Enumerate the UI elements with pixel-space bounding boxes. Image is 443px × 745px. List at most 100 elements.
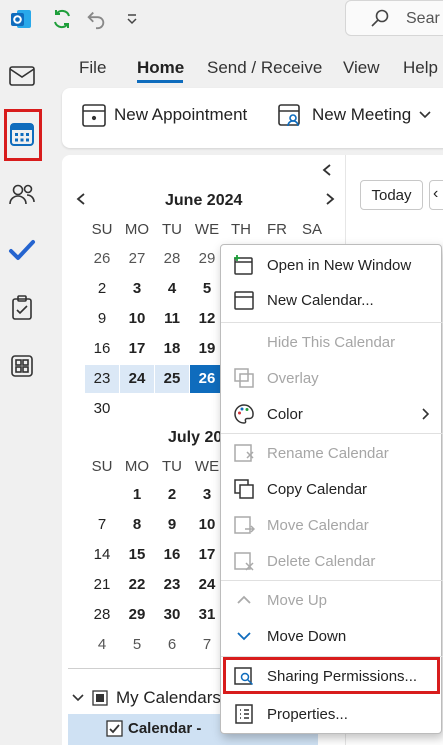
undo-icon[interactable] (83, 6, 109, 32)
tasks-icon[interactable] (6, 292, 38, 324)
collapse-pane-icon[interactable] (321, 163, 333, 182)
calendar-day[interactable]: 9 (155, 511, 189, 539)
calendar-day[interactable]: 17 (120, 335, 154, 363)
calendar-day[interactable]: 26 (85, 245, 119, 273)
context-menu-item: Move Up (221, 583, 443, 617)
calendar-day[interactable]: 29 (190, 245, 224, 273)
calendar-day[interactable]: 10 (120, 305, 154, 333)
calendar-day[interactable]: 17 (190, 541, 224, 569)
calendar-day[interactable]: 4 (85, 631, 119, 659)
calendar-checkbox[interactable] (106, 720, 123, 742)
calendar-day[interactable]: 2 (155, 481, 189, 509)
next-month-icon[interactable] (324, 192, 336, 211)
context-menu-item[interactable]: Color (221, 397, 443, 431)
calendar-day[interactable]: 7 (85, 511, 119, 539)
calendar-day[interactable]: 25 (155, 365, 189, 393)
calendar-day[interactable]: 9 (85, 305, 119, 333)
calendar-day[interactable]: 19 (190, 335, 224, 363)
calendar-day[interactable]: 3 (190, 481, 224, 509)
previous-period-button[interactable]: ‹ (429, 180, 443, 210)
calendar-day[interactable]: 6 (155, 631, 189, 659)
todo-icon[interactable] (6, 234, 38, 266)
calendar-day[interactable]: 28 (155, 245, 189, 273)
weekday-label: MO (124, 458, 150, 475)
context-menu-item-label: Rename Calendar (267, 445, 389, 462)
delete-calendar-icon (233, 550, 257, 574)
tab-file[interactable]: File (79, 58, 106, 78)
calendar-day[interactable]: 2 (85, 275, 119, 303)
calendar-day[interactable]: 12 (190, 305, 224, 333)
calendar-day[interactable]: 23 (155, 571, 189, 599)
search-box[interactable]: Sear (345, 0, 443, 36)
context-menu-item-label: Delete Calendar (267, 553, 376, 570)
calendar-day[interactable]: 16 (155, 541, 189, 569)
context-menu-item-label: Overlay (267, 370, 319, 387)
calendar-day[interactable]: 8 (120, 511, 154, 539)
tab-send-receive[interactable]: Send / Receive (207, 58, 322, 78)
people-icon[interactable] (6, 178, 38, 210)
calendar-icon[interactable] (6, 118, 38, 150)
calendar-day[interactable]: 22 (120, 571, 154, 599)
context-menu-item: Delete Calendar (221, 544, 443, 578)
weekday-label: SU (91, 221, 113, 238)
calendar-day[interactable]: 3 (120, 275, 154, 303)
calendar-day[interactable]: 4 (155, 275, 189, 303)
new-meeting-button[interactable]: New Meeting (278, 102, 431, 128)
group-checkbox-icon[interactable] (92, 690, 108, 706)
calendar-day[interactable]: 5 (120, 631, 154, 659)
calendar-day[interactable]: 24 (120, 365, 154, 393)
calendar-day[interactable]: 16 (85, 335, 119, 363)
my-calendars-group[interactable]: My Calendars (72, 688, 221, 708)
mail-icon[interactable] (6, 60, 38, 92)
new-window-icon (233, 254, 257, 278)
new-meeting-label: New Meeting (312, 105, 412, 124)
new-appointment-button[interactable]: New Appointment (82, 102, 247, 128)
context-menu-item: Move Calendar (221, 508, 443, 542)
calendar-day[interactable]: 23 (85, 365, 119, 393)
copy-calendar-icon (233, 478, 257, 502)
sharing-permissions-highlight-box (223, 657, 440, 694)
calendar-day[interactable]: 27 (120, 245, 154, 273)
calendar-day[interactable]: 30 (85, 395, 119, 423)
customize-icon[interactable] (119, 6, 145, 32)
context-menu-item[interactable]: Move Down (221, 619, 443, 653)
calendar-day[interactable]: 7 (190, 631, 224, 659)
apps-icon[interactable] (6, 350, 38, 382)
appointment-icon (82, 104, 106, 127)
calendar-day[interactable]: 18 (155, 335, 189, 363)
calendar-day[interactable]: 10 (190, 511, 224, 539)
context-menu-item-label: Move Up (267, 592, 328, 609)
tab-help[interactable]: Help (403, 58, 438, 78)
calendar-day[interactable]: 15 (120, 541, 154, 569)
calendar-day[interactable]: 11 (155, 305, 189, 333)
context-menu-item[interactable]: Properties... (221, 697, 443, 731)
context-menu-item[interactable]: Open in New Window (221, 248, 443, 282)
context-menu-item[interactable]: New Calendar... (221, 283, 443, 317)
calendar-day[interactable]: 21 (85, 571, 119, 599)
context-menu-item[interactable]: Copy Calendar (221, 472, 443, 506)
prev-month-icon[interactable] (75, 192, 87, 211)
my-calendars-label: My Calendars (116, 688, 221, 707)
context-menu-separator (221, 580, 443, 581)
calendar-day[interactable]: 29 (120, 601, 154, 629)
context-menu-item-label: Hide This Calendar (267, 334, 396, 351)
calendar-day[interactable]: 31 (190, 601, 224, 629)
calendar-day[interactable]: 26 (190, 365, 224, 393)
calendar-day[interactable]: 1 (120, 481, 154, 509)
tab-home[interactable]: Home (137, 58, 184, 78)
weekday-label: SU (91, 458, 113, 475)
tab-view[interactable]: View (343, 58, 380, 78)
calendar-day[interactable]: 24 (190, 571, 224, 599)
sync-icon[interactable] (49, 6, 75, 32)
calendar-day[interactable]: 5 (190, 275, 224, 303)
calendar-day[interactable]: 14 (85, 541, 119, 569)
chevron-up-icon (233, 589, 257, 613)
july-title: July 20 (168, 429, 223, 446)
calendar-day[interactable]: 30 (155, 601, 189, 629)
context-menu-item-label: Move Calendar (267, 517, 369, 534)
calendar-day[interactable]: 28 (85, 601, 119, 629)
context-menu-separator (221, 322, 443, 323)
today-button[interactable]: Today (360, 180, 423, 210)
weekday-label: TU (162, 458, 182, 475)
calendar-item-label: Calendar - (128, 720, 202, 737)
